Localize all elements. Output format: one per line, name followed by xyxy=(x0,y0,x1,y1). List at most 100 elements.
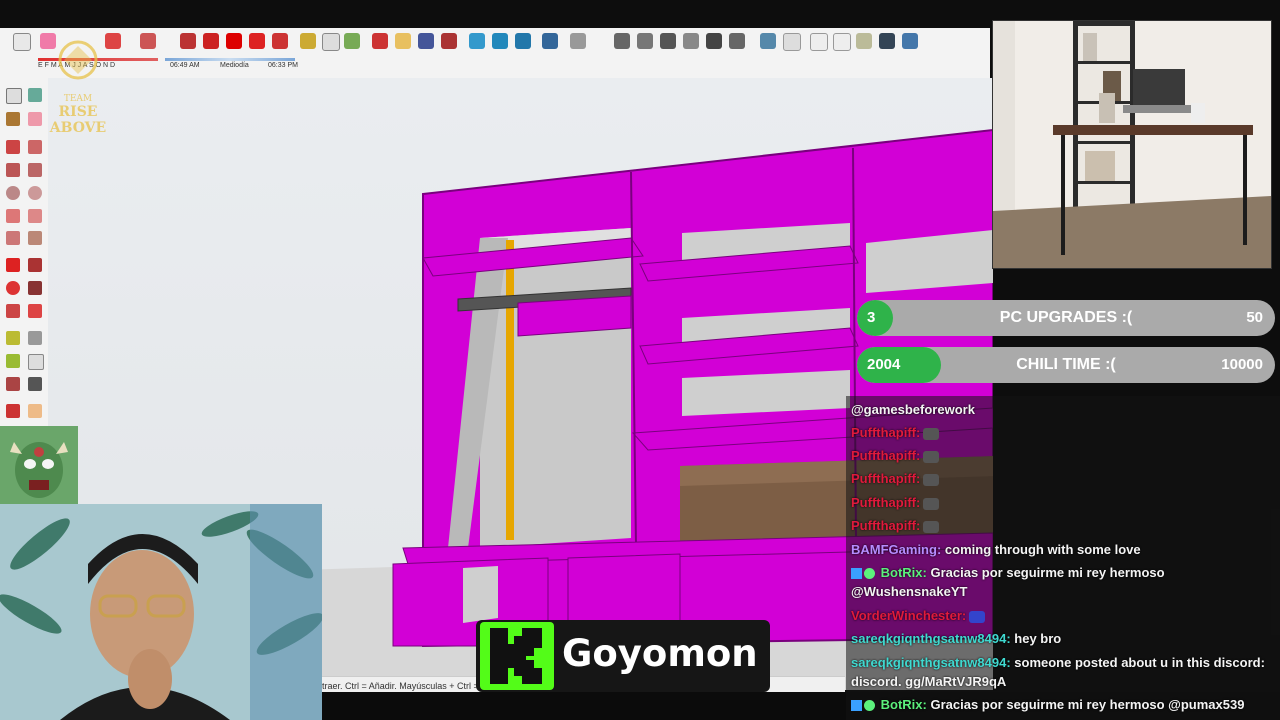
chat-message: BotRix: Gracias por seguirme mi rey herm… xyxy=(851,695,1276,714)
orbit-tool-icon[interactable] xyxy=(6,404,20,418)
arc3-tool-icon[interactable] xyxy=(6,231,20,245)
sketchup-toolbar: E F M A M J J A S O N D 06:49 AM Mediodí… xyxy=(0,28,990,79)
goal-target-value: 10000 xyxy=(1221,356,1263,373)
paint-bucket-icon[interactable] xyxy=(344,33,360,49)
arc-tool-icon[interactable] xyxy=(6,209,20,223)
section-plane-icon[interactable] xyxy=(570,33,586,49)
bot-badge-icon xyxy=(851,568,862,580)
style-color-icon[interactable] xyxy=(902,33,918,49)
chat-username: BotRix: xyxy=(880,565,927,580)
chat-message: Puffthapiff: xyxy=(851,493,1276,512)
style-shaded-icon[interactable] xyxy=(833,33,851,51)
style-mono-icon[interactable] xyxy=(879,33,895,49)
chat-username: Puffthapiff: xyxy=(851,471,921,486)
select-tool-icon[interactable] xyxy=(6,88,22,104)
arc2-tool-icon[interactable] xyxy=(28,209,42,223)
view-front-icon[interactable] xyxy=(515,33,531,49)
style-wire-icon[interactable] xyxy=(783,33,801,51)
chat-overlay: @gamesbeforework Puffthapiff: Puffthapif… xyxy=(846,396,1280,720)
orbit-icon[interactable] xyxy=(372,33,388,49)
move-icon[interactable] xyxy=(226,33,242,49)
shadow-time-start: 06:49 AM xyxy=(170,62,200,69)
chat-username: sareqkgiqnthgsatnw8494: xyxy=(851,631,1011,646)
rotated-rect-tool-icon[interactable] xyxy=(28,163,42,177)
text-icon[interactable] xyxy=(322,33,340,51)
emote-icon xyxy=(923,450,940,463)
goal-target-value: 50 xyxy=(1246,309,1263,326)
chat-username: VorderWinchester: xyxy=(851,608,967,623)
rectangle-tool-icon[interactable] xyxy=(6,163,20,177)
chat-username: BAMFGaming: xyxy=(851,542,942,557)
push-pull-icon[interactable] xyxy=(180,33,196,49)
zoom-icon[interactable] xyxy=(418,33,434,49)
chat-message: VorderWinchester: xyxy=(851,606,1276,625)
roof-icon[interactable] xyxy=(729,33,745,49)
house-icon[interactable] xyxy=(660,33,676,49)
bot-badge-icon xyxy=(851,700,862,712)
emote-icon xyxy=(923,497,940,510)
rectangle-icon[interactable] xyxy=(140,33,156,49)
chat-message: sareqkgiqnthgsatnw8494: someone posted a… xyxy=(851,653,1276,691)
goal-bar-chili-time: 2004 CHILI TIME :( 10000 xyxy=(857,347,1275,383)
followme-tool-icon[interactable] xyxy=(28,281,42,295)
chat-text: Gracias por seguirme mi rey hermoso @pum… xyxy=(930,697,1245,712)
tape-measure-icon[interactable] xyxy=(300,33,316,49)
style-textured-icon[interactable] xyxy=(856,33,872,49)
circle-tool-icon[interactable] xyxy=(6,186,20,200)
freehand-tool-icon[interactable] xyxy=(28,140,42,154)
emote-icon xyxy=(923,520,940,533)
emote-icon xyxy=(923,473,940,486)
rotate-tool-icon[interactable] xyxy=(6,281,20,295)
offset-tool-icon[interactable] xyxy=(28,304,42,318)
dimension-tool-icon[interactable] xyxy=(28,331,42,345)
rotate-icon[interactable] xyxy=(249,33,265,49)
follow-me-icon[interactable] xyxy=(203,33,219,49)
pie-tool-icon[interactable] xyxy=(28,231,42,245)
style-xray-icon[interactable] xyxy=(760,33,776,49)
scale-icon[interactable] xyxy=(272,33,288,49)
shadow-slider[interactable] xyxy=(165,58,295,61)
chat-message: Puffthapiff: xyxy=(851,446,1276,465)
zoom-extents-icon[interactable] xyxy=(441,33,457,49)
chat-text: @gamesbeforework xyxy=(851,402,975,417)
move-tool-icon[interactable] xyxy=(6,258,20,272)
view-top-icon[interactable] xyxy=(492,33,508,49)
paint-tool-icon[interactable] xyxy=(6,112,20,126)
3dtext-tool-icon[interactable] xyxy=(28,377,42,391)
home-icon[interactable] xyxy=(706,33,722,49)
streamer-name: Goyomon xyxy=(562,632,758,675)
tape-tool-icon[interactable] xyxy=(6,331,20,345)
chat-username: BotRix: xyxy=(880,697,927,712)
warehouse-icon[interactable] xyxy=(614,33,630,49)
line-tool-icon[interactable] xyxy=(6,140,20,154)
chat-text: coming through with some love xyxy=(944,542,1141,557)
scale-tool-icon[interactable] xyxy=(6,304,20,318)
emote-icon xyxy=(969,610,986,623)
pan-tool-icon[interactable] xyxy=(28,404,42,418)
chat-username: sareqkgiqnthgsatnw8494: xyxy=(851,655,1011,670)
shadow-time-end: 06:33 PM xyxy=(268,62,298,69)
select-arrow-icon[interactable] xyxy=(13,33,31,51)
view-right-icon[interactable] xyxy=(542,33,558,49)
verified-badge-icon xyxy=(864,700,875,712)
chat-message: BotRix: Gracias por seguirme mi rey herm… xyxy=(851,563,1276,601)
style-hidden-icon[interactable] xyxy=(810,33,828,51)
polygon-tool-icon[interactable] xyxy=(28,186,42,200)
goal-bar-pc-upgrades: 3 PC UPGRADES :( 50 xyxy=(857,300,1275,336)
team-rise-above-logo: TEAM RISE ABOVE xyxy=(38,38,118,136)
text-tool-icon[interactable] xyxy=(28,354,44,370)
pan-icon[interactable] xyxy=(395,33,411,49)
chat-message: Puffthapiff: xyxy=(851,423,1276,442)
chat-message: BAMFGaming: coming through with some lov… xyxy=(851,540,1276,559)
pushpull-tool-icon[interactable] xyxy=(28,258,42,272)
verified-badge-icon xyxy=(864,568,875,580)
view-iso-icon[interactable] xyxy=(469,33,485,49)
axes-tool-icon[interactable] xyxy=(6,377,20,391)
chat-message: @gamesbeforework xyxy=(851,400,1276,419)
components-icon[interactable] xyxy=(637,33,653,49)
chat-username: Puffthapiff: xyxy=(851,518,921,533)
goal-title: PC UPGRADES :( xyxy=(999,309,1133,326)
webcam-feed xyxy=(0,504,322,720)
protractor-tool-icon[interactable] xyxy=(6,354,20,368)
house-outline-icon[interactable] xyxy=(683,33,699,49)
